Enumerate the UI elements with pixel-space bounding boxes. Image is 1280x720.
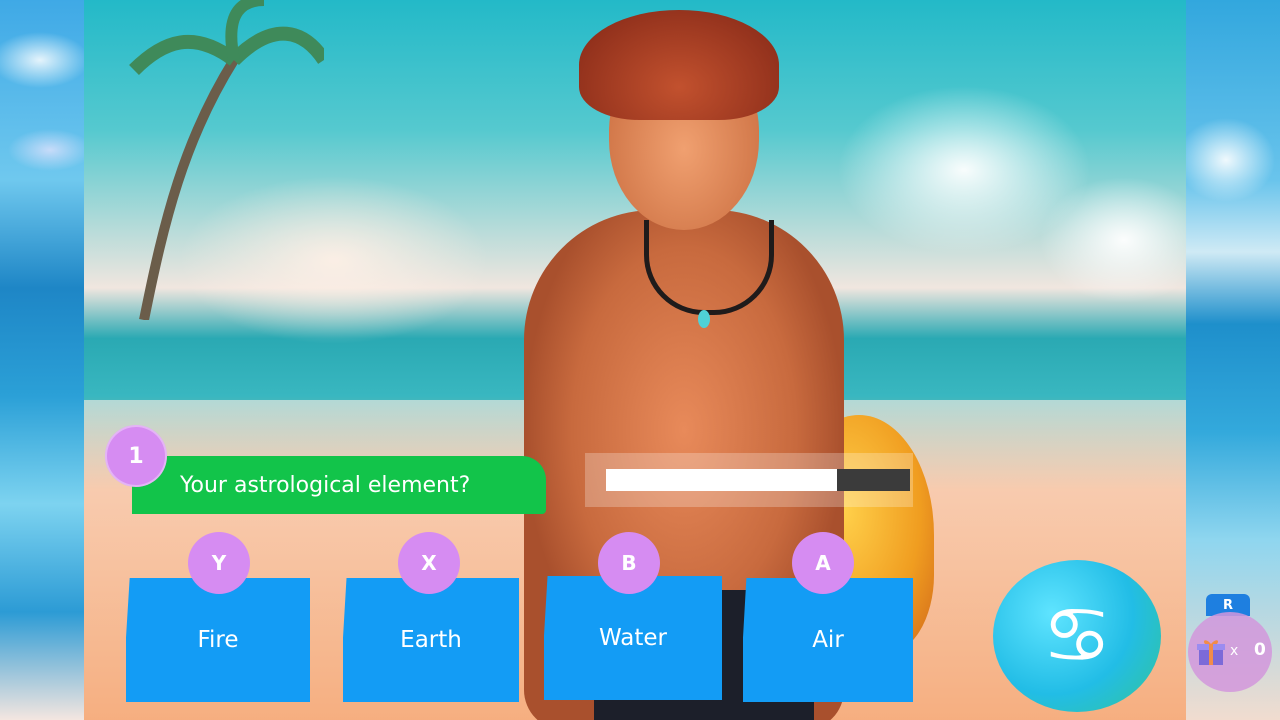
key-badge-x: X (398, 532, 460, 594)
question-text: Your astrological element? (180, 472, 471, 498)
cancer-zodiac-icon: ♋ (993, 560, 1161, 712)
answer-button-air[interactable]: Air (743, 578, 913, 702)
answer-label: Air (812, 627, 844, 653)
palm-tree (129, 0, 324, 320)
background-left-ocean (0, 0, 84, 720)
zodiac-symbol: ♋ (1042, 591, 1112, 681)
key-badge-y: Y (188, 532, 250, 594)
inventory-count: 0 (1254, 640, 1266, 660)
character-hair (579, 10, 779, 120)
answer-button-water[interactable]: Water (544, 576, 722, 700)
answer-label: Earth (400, 627, 462, 653)
timer-panel (585, 453, 913, 507)
answer-label: Fire (197, 627, 239, 653)
gift-icon (1197, 640, 1225, 665)
answer-button-earth[interactable]: Earth (343, 578, 519, 702)
question-number-badge: 1 (105, 425, 167, 487)
inventory-multiplier: x (1230, 643, 1239, 659)
character-pendant (698, 310, 710, 328)
timer-fill (606, 469, 838, 491)
answer-label: Water (599, 625, 667, 651)
key-badge-b: B (598, 532, 660, 594)
key-badge-a: A (792, 532, 854, 594)
question-bar: Your astrological element? (132, 456, 546, 514)
answer-button-fire[interactable]: Fire (126, 578, 310, 702)
timer-track (606, 469, 910, 491)
